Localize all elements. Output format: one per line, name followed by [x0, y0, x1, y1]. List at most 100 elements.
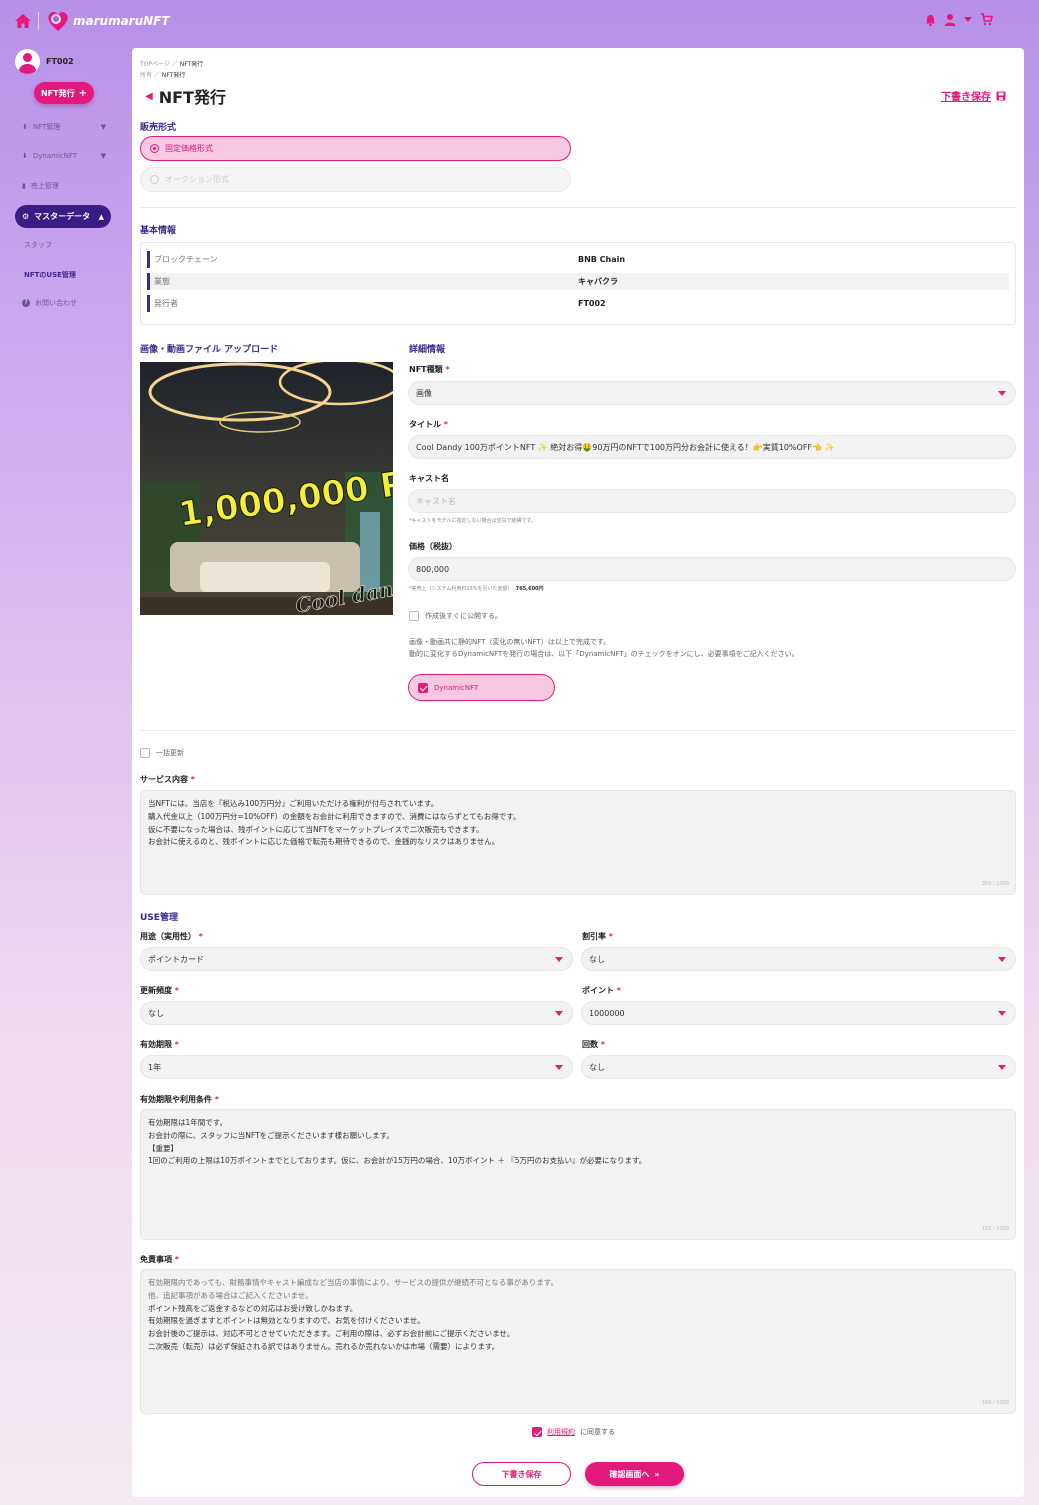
- checkbox-label: 作成後すぐに公開する。: [425, 612, 502, 620]
- sidebar-item-label: マスターデータ: [34, 212, 91, 221]
- cast-name-input[interactable]: キャスト名: [408, 489, 1016, 513]
- row-key: 発行者: [147, 295, 578, 312]
- dropdown-arrow-icon: [998, 1011, 1006, 1016]
- checkbox: [140, 748, 150, 758]
- gear-icon: ⚙: [22, 212, 30, 221]
- breadcrumb-top[interactable]: TOPページ: [140, 61, 170, 68]
- count-select[interactable]: なし: [581, 1055, 1016, 1079]
- terms-link[interactable]: 利用規約: [547, 1427, 575, 1437]
- dynamic-nft-toggle[interactable]: DynamicNFT: [408, 674, 555, 701]
- table-row: ブロックチェーン BNB Chain: [147, 251, 1009, 268]
- input-value: 800,000: [416, 564, 450, 574]
- bulk-update-checkbox[interactable]: 一括更新: [140, 748, 184, 758]
- sidebar-item-nft-use[interactable]: NFTのUSE管理: [24, 270, 108, 280]
- dropdown-arrow-icon: [555, 1065, 563, 1070]
- char-count: 350 / 1000: [981, 881, 1009, 888]
- price-label: 価格（税抜）: [409, 542, 457, 551]
- agree-text: に同意する: [580, 1428, 615, 1436]
- radio-button: [150, 175, 159, 184]
- draft-save-link[interactable]: 下書き保存: [941, 88, 1006, 103]
- terms-checkbox[interactable]: [532, 1427, 542, 1437]
- text-line: 購入代金以上（100万円分=10%OFF）の金額をお会計に利用できますので、消費…: [148, 811, 521, 821]
- title-label: タイトル *: [409, 420, 448, 429]
- sidebar-item-nft-management[interactable]: ⬇ NFT管理 ▼: [22, 122, 106, 132]
- text-line: 【重要】: [148, 1143, 178, 1153]
- disclaimer-label: 免責事項 *: [140, 1255, 179, 1264]
- sale-format-title: 販売形式: [140, 123, 177, 133]
- confirm-button[interactable]: 確認画面へ »: [585, 1462, 684, 1486]
- row-key: 業態: [147, 273, 578, 290]
- chevron-down-icon[interactable]: [964, 16, 972, 23]
- service-textarea[interactable]: 当NFTには、当店を『税込み100万円分』ご利用いただける権利が付与されています…: [140, 790, 1016, 895]
- text-line: 有効期限を過ぎますとポイントは無効となりますので、お気を付けくださいませ。: [148, 1316, 425, 1326]
- row-value: キャバクラ: [578, 277, 618, 286]
- sidebar-item-dynamicnft[interactable]: ⬇ DynamicNFT ▼: [22, 152, 106, 160]
- user-profile[interactable]: FT002: [15, 49, 74, 74]
- title-input[interactable]: Cool Dandy 100万ポイントNFT ✨ 絶対お得🤑90万円のNFTで1…: [408, 435, 1016, 459]
- sidebar-item-staff[interactable]: スタッフ: [24, 240, 108, 250]
- sidebar-item-contact[interactable]: ? お問い合わせ: [22, 298, 106, 308]
- plus-icon: +: [78, 87, 87, 99]
- dynamic-nft-label: DynamicNFT: [434, 683, 479, 692]
- sidebar-item-master-data[interactable]: ⚙ マスターデータ ▲: [15, 205, 111, 228]
- back-arrow-icon[interactable]: ◀: [145, 91, 153, 102]
- nft-type-label: NFT種類 *: [409, 365, 450, 374]
- input-placeholder: キャスト名: [416, 496, 456, 506]
- bar-chart-icon: ▮: [22, 182, 26, 190]
- radio-auction[interactable]: オークション形式: [140, 167, 571, 192]
- arrow-down-icon: ⬇: [22, 152, 28, 160]
- chevron-down-icon: ▼: [100, 123, 106, 131]
- expiry-select[interactable]: 1年: [140, 1055, 573, 1079]
- breadcrumb-current: NFT発行: [179, 61, 204, 68]
- nft-type-select[interactable]: 画像: [408, 381, 1016, 405]
- discount-select[interactable]: なし: [581, 947, 1016, 971]
- radio-fixed-price[interactable]: 固定価格形式: [140, 136, 571, 161]
- select-value: なし: [148, 1008, 164, 1018]
- nft-issue-button[interactable]: NFT発行 +: [34, 82, 94, 104]
- points-select[interactable]: 1000000: [581, 1001, 1016, 1025]
- text-line: 二次販売（転売）は必ず保証される訳ではありません。売れるか売れないかは市場（需要…: [148, 1341, 500, 1351]
- uploaded-nft-image[interactable]: 1,000,000 P Cool dandy: [140, 362, 393, 615]
- service-label: サービス内容 *: [140, 775, 195, 784]
- price-input[interactable]: 800,000: [408, 557, 1016, 581]
- row-value: BNB Chain: [578, 255, 626, 264]
- dropdown-arrow-icon: [998, 1065, 1006, 1070]
- user-icon[interactable]: [944, 13, 956, 26]
- page-title-text: NFT発行: [158, 88, 226, 107]
- char-count: 164 / 1000: [981, 1400, 1009, 1407]
- table-row: 発行者 FT002: [147, 295, 1009, 312]
- disclaimer-textarea[interactable]: 有効期限内であっても、財務事情やキャスト編成など当店の事情により、サービスの提供…: [140, 1269, 1016, 1414]
- details-title: 詳細情報: [409, 345, 446, 355]
- page-title: ◀ NFT発行: [145, 84, 226, 108]
- avatar: [15, 49, 40, 74]
- checkbox: [409, 611, 419, 621]
- radio-label: オークション形式: [165, 175, 229, 184]
- cart-icon[interactable]: [980, 13, 993, 26]
- sidebar-item-label: 売上管理: [30, 182, 59, 190]
- dropdown-arrow-icon: [998, 391, 1006, 396]
- save-icon: [996, 91, 1006, 100]
- question-icon: ?: [22, 299, 30, 307]
- breadcrumb-sub1[interactable]: 所有: [140, 72, 152, 79]
- home-icon[interactable]: [14, 12, 32, 30]
- bell-icon[interactable]: [925, 14, 936, 26]
- sidebar-item-sales[interactable]: ▮ 売上管理: [22, 181, 106, 191]
- sidebar-item-label: NFT管理: [32, 123, 61, 131]
- usage-select[interactable]: ポイントカード: [140, 947, 573, 971]
- draft-save-button[interactable]: 下書き保存: [472, 1462, 571, 1486]
- publish-immediately-checkbox[interactable]: 作成後すぐに公開する。: [409, 611, 502, 621]
- conditions-textarea[interactable]: 有効期限は1年間です。 お会計の際に、スタッフに当NFTをご提示くださいます様お…: [140, 1109, 1016, 1240]
- nft-image-artwork: 1,000,000 P Cool dandy: [140, 362, 393, 615]
- text-line: 有効期限は1年間です。: [148, 1118, 228, 1127]
- select-value: なし: [589, 1062, 605, 1072]
- sidebar-item-label: NFTのUSE管理: [24, 271, 76, 279]
- button-label: 確認画面へ: [609, 1469, 650, 1479]
- points-label: ポイント *: [582, 986, 621, 995]
- divider: [140, 207, 1016, 208]
- logo[interactable]: marumaruNFT: [46, 8, 170, 34]
- breadcrumb-sub2: NFT発行: [161, 72, 186, 79]
- text-line: お会計後のご提示は、対応不可とさせていただきます。ご利用の際は、必ずお会計前にご…: [148, 1329, 515, 1339]
- update-frequency-select[interactable]: なし: [140, 1001, 573, 1025]
- select-value: 1000000: [589, 1008, 625, 1018]
- input-value: Cool Dandy 100万ポイントNFT ✨ 絶対お得🤑90万円のNFTで1…: [416, 442, 835, 452]
